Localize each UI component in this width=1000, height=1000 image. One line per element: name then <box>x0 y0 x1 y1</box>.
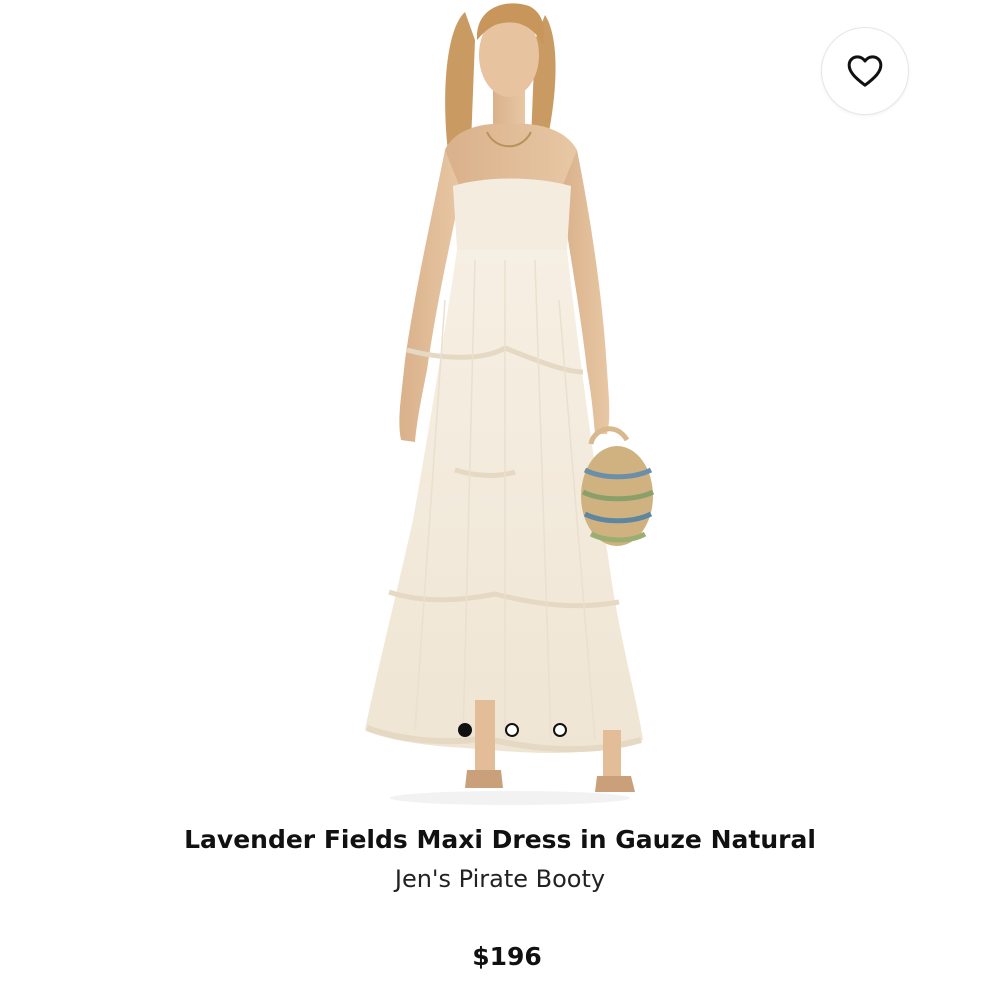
product-title[interactable]: Lavender Fields Maxi Dress in Gauze Natu… <box>0 822 1000 858</box>
product-price: $196 <box>472 942 542 971</box>
product-info: Lavender Fields Maxi Dress in Gauze Natu… <box>0 822 1000 896</box>
product-image[interactable] <box>345 0 665 805</box>
carousel-dot-3[interactable] <box>553 723 567 737</box>
carousel-dot-1[interactable] <box>458 723 472 737</box>
carousel-dots <box>452 723 572 741</box>
carousel-dot-2[interactable] <box>505 723 519 737</box>
favorite-button[interactable] <box>821 27 909 115</box>
model-photo <box>365 3 655 805</box>
product-card: Lavender Fields Maxi Dress in Gauze Natu… <box>0 0 1000 1000</box>
product-brand[interactable]: Jen's Pirate Booty <box>0 862 1000 896</box>
heart-outline-icon <box>847 55 883 87</box>
